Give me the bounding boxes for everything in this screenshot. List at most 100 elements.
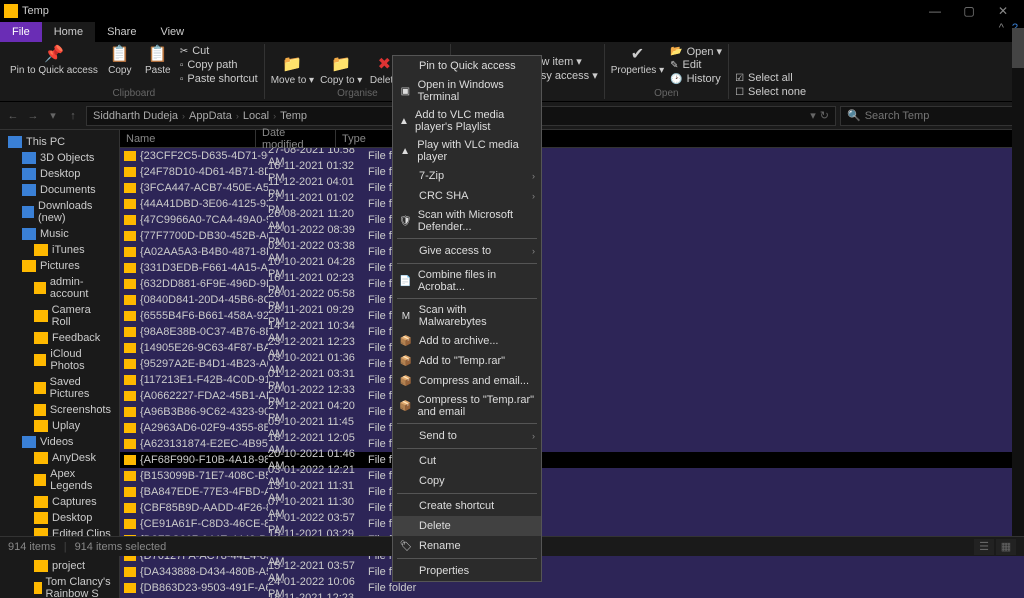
file-row[interactable]: {A02AA5A3-B4B0-4871-8BFB-E3C1BE7571…02-0… — [120, 244, 1024, 260]
sidebar-item[interactable]: Desktop — [0, 166, 119, 182]
context-item[interactable]: ▲Add to VLC media player's Playlist — [393, 106, 541, 136]
context-item[interactable]: 🛡Scan with Microsoft Defender... — [393, 206, 541, 236]
file-row[interactable]: {A2963AD6-02F9-4355-8B08-AD2FF32E22…05-1… — [120, 420, 1024, 436]
file-row[interactable]: {6555B4F6-B661-458A-923B-5CAD148F75…28-1… — [120, 308, 1024, 324]
history-button[interactable]: 🕑 History — [670, 72, 722, 86]
close-button[interactable]: ✕ — [986, 0, 1020, 22]
context-item[interactable]: ▲Play with VLC media player — [393, 136, 541, 166]
sidebar-item[interactable]: iCloud Photos — [0, 346, 119, 374]
sidebar-item[interactable]: Pictures — [0, 258, 119, 274]
breadcrumb-segment[interactable]: Temp — [280, 110, 307, 122]
file-row[interactable]: {14905E26-9C63-4F87-BAA3-61ADD6DD21…23-1… — [120, 340, 1024, 356]
col-date[interactable]: Date modified — [256, 130, 336, 147]
sidebar-item[interactable]: Screenshots — [0, 402, 119, 418]
file-row[interactable]: {3FCA447-ACB7-450E-A59C-A2FA8006E…11-12-… — [120, 180, 1024, 196]
minimize-button[interactable]: — — [918, 0, 952, 22]
context-item[interactable]: Copy — [393, 471, 541, 491]
up-button[interactable]: ↑ — [64, 107, 82, 125]
copy-button[interactable]: 📋Copy — [104, 44, 136, 86]
sidebar-item[interactable]: Music — [0, 226, 119, 242]
file-row[interactable]: {BA847EDE-77E3-4FBD-A522-E1D404F697…13-1… — [120, 484, 1024, 500]
tab-file[interactable]: File — [0, 22, 42, 42]
paste-shortcut-button[interactable]: ▫ Paste shortcut — [180, 72, 258, 86]
sidebar-item[interactable]: Videos — [0, 434, 119, 450]
paste-button[interactable]: 📋Paste — [142, 44, 174, 86]
context-item[interactable]: Give access to› — [393, 241, 541, 261]
file-row[interactable]: {23CFF2C5-D635-4D71-9C3D-C5BEDBF25…27-08… — [120, 148, 1024, 164]
search-input[interactable] — [865, 110, 1013, 122]
sidebar-item[interactable]: Feedback — [0, 330, 119, 346]
file-list[interactable]: {23CFF2C5-D635-4D71-9C3D-C5BEDBF25…27-08… — [120, 148, 1024, 598]
open-button[interactable]: 📂 Open ▾ — [670, 44, 722, 58]
sidebar-item[interactable]: Saved Pictures — [0, 374, 119, 402]
sidebar-item[interactable]: Tom Clancy's Rainbow S — [0, 574, 119, 598]
file-row[interactable]: {CE91A61F-C8D3-46CE-8C2C-36A2E3154…17-01… — [120, 516, 1024, 532]
properties-button[interactable]: ✔Properties ▾ — [611, 44, 664, 86]
sidebar-item[interactable]: This PC — [0, 134, 119, 150]
sidebar-item[interactable]: Apex Legends — [0, 466, 119, 494]
maximize-button[interactable]: ▢ — [952, 0, 986, 22]
file-row[interactable]: {47C9966A0-7CA4-49A0-9D18-3A0EDF2DA…26-0… — [120, 212, 1024, 228]
context-item[interactable]: 📦Add to archive... — [393, 331, 541, 351]
pin-quick-access-button[interactable]: 📌Pin to Quick access — [10, 44, 98, 86]
edit-button[interactable]: ✎ Edit — [670, 58, 722, 72]
sidebar-item[interactable]: project — [0, 558, 119, 574]
file-row[interactable]: {CBF85B9D-AADD-4F26-8B95-24667B440…07-10… — [120, 500, 1024, 516]
sidebar-item[interactable]: Documents — [0, 182, 119, 198]
breadcrumb-segment[interactable]: Siddharth Dudeja — [93, 110, 178, 122]
sidebar-item[interactable]: Downloads (new) — [0, 198, 119, 226]
sidebar-item[interactable]: Camera Roll — [0, 302, 119, 330]
col-type[interactable]: Type — [336, 130, 396, 147]
back-button[interactable]: ← — [4, 107, 22, 125]
copy-to-button[interactable]: 📁Copy to ▾ — [320, 54, 362, 86]
file-row[interactable]: {44A41DBD-3E06-4125-932D-F1F3BDD09…27-11… — [120, 196, 1024, 212]
recent-dropdown[interactable]: ▾ — [44, 107, 62, 125]
context-item[interactable]: 7-Zip› — [393, 166, 541, 186]
context-item[interactable]: CRC SHA› — [393, 186, 541, 206]
tab-share[interactable]: Share — [95, 22, 148, 42]
context-item[interactable]: 📦Compress to "Temp.rar" and email — [393, 391, 541, 421]
file-row[interactable]: {A0662227-FDA2-45B1-AF7E-BD03744614…20-0… — [120, 388, 1024, 404]
context-item[interactable]: Create shortcut — [393, 496, 541, 516]
view-details-icon[interactable]: ☰ — [974, 539, 994, 555]
col-name[interactable]: Name — [120, 130, 256, 147]
move-to-button[interactable]: 📁Move to ▾ — [271, 54, 314, 86]
file-row[interactable]: {DA343888-D434-480B-A5E1-5FD12977F…15-12… — [120, 564, 1024, 580]
file-row[interactable]: {95297A2E-B4D1-4B23-A68C-EB11FB7076…03-1… — [120, 356, 1024, 372]
context-item[interactable]: Send to› — [393, 426, 541, 446]
refresh-icon[interactable]: ↻ — [820, 109, 829, 122]
sidebar-item[interactable]: 3D Objects — [0, 150, 119, 166]
select-none-button[interactable]: ☐ Select none — [735, 85, 806, 99]
file-row[interactable]: {A623131874-E2EC-4B95-858B-45ZD448949…18… — [120, 436, 1024, 452]
file-row[interactable]: {0840D841-20D4-45B6-8C6B-3954ECD174…26-0… — [120, 292, 1024, 308]
forward-button[interactable]: → — [24, 107, 42, 125]
context-item[interactable]: ▣Open in Windows Terminal — [393, 76, 541, 106]
context-item[interactable]: 🏷Rename — [393, 536, 541, 556]
file-row[interactable]: {98A8E38B-0C37-4B76-8B0A-AA530CCA3…14-12… — [120, 324, 1024, 340]
context-item[interactable]: Properties — [393, 561, 541, 581]
context-item[interactable]: 📦Compress and email... — [393, 371, 541, 391]
breadcrumb-segment[interactable]: AppData — [189, 110, 232, 122]
breadcrumb-segment[interactable]: Local — [243, 110, 269, 122]
file-row[interactable]: {B153099B-71E7-408C-B511-3393F96B7B3}03-… — [120, 468, 1024, 484]
context-item[interactable]: Delete — [393, 516, 541, 536]
sidebar-item[interactable]: iTunes — [0, 242, 119, 258]
sidebar-item[interactable]: AnyDesk — [0, 450, 119, 466]
tab-view[interactable]: View — [148, 22, 196, 42]
sidebar-item[interactable]: Uplay — [0, 418, 119, 434]
context-item[interactable]: Cut — [393, 451, 541, 471]
select-all-button[interactable]: ☑ Select all — [735, 71, 806, 85]
sidebar-item[interactable]: Captures — [0, 494, 119, 510]
file-row[interactable]: {24F78D10-4D61-4B71-8D31-9631AB3A3B5…16-… — [120, 164, 1024, 180]
copy-path-button[interactable]: ▫ Copy path — [180, 58, 258, 72]
cut-button[interactable]: ✂ Cut — [180, 44, 258, 58]
ribbon-collapse-icon[interactable]: ^ — [999, 22, 1004, 42]
scrollbar-thumb[interactable] — [1012, 28, 1024, 68]
file-row[interactable]: {77F7700D-DB30-452B-A6EB-37EA4CF38E…12-0… — [120, 228, 1024, 244]
tab-home[interactable]: Home — [42, 22, 95, 42]
address-dropdown-icon[interactable]: ▾ — [810, 109, 816, 122]
scrollbar[interactable] — [1012, 28, 1024, 536]
sidebar-item[interactable]: Desktop — [0, 510, 119, 526]
file-row[interactable]: {A96B3B86-9C62-4323-9059-F7169BDFD1…27-1… — [120, 404, 1024, 420]
context-item[interactable]: Pin to Quick access — [393, 56, 541, 76]
